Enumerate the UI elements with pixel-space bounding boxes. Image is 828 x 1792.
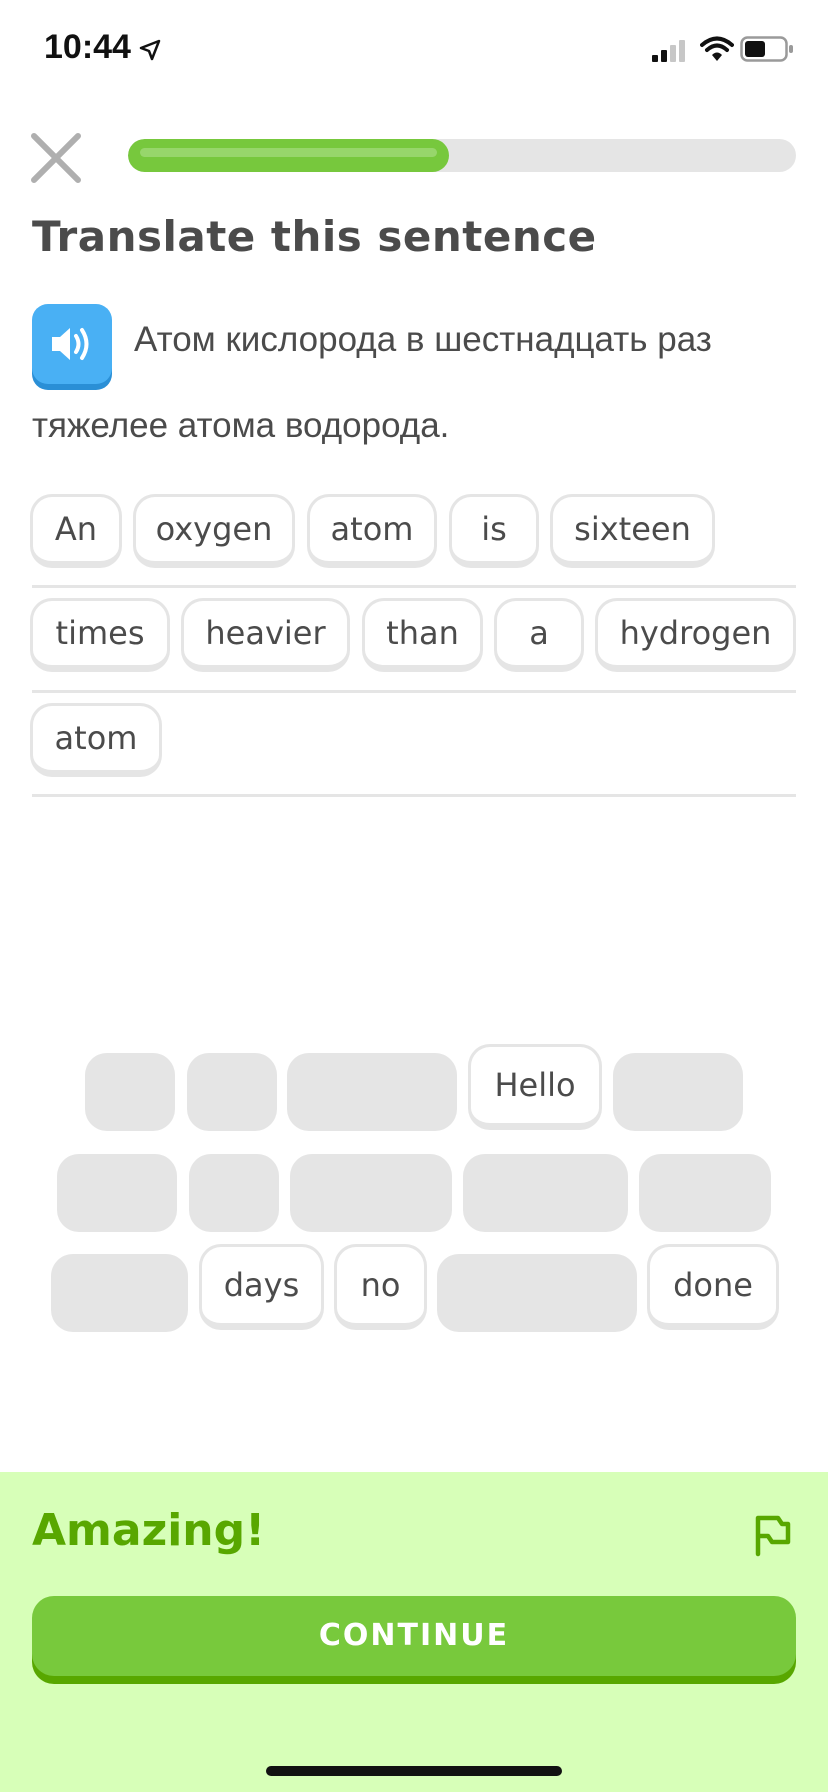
answer-chip-an[interactable]: An xyxy=(30,494,122,568)
word-bank-slot xyxy=(463,1154,628,1232)
answer-chip-is[interactable]: is xyxy=(449,494,539,568)
lesson-progress-bar xyxy=(128,139,796,172)
prompt-title: Translate this sentence xyxy=(32,212,597,261)
battery-icon xyxy=(740,36,793,62)
word-bank-slot xyxy=(287,1053,457,1131)
continue-button[interactable]: CONTINUE xyxy=(32,1596,796,1676)
answer-line xyxy=(32,585,796,588)
cellular-signal-icon xyxy=(652,40,685,62)
answer-line xyxy=(32,794,796,797)
word-bank-chip-hello[interactable]: Hello xyxy=(468,1044,602,1130)
status-time: 10:44 xyxy=(44,28,131,66)
word-bank-chip-no[interactable]: no xyxy=(334,1244,427,1330)
word-bank-slot xyxy=(189,1154,279,1232)
answer-chip-atom[interactable]: atom xyxy=(307,494,437,568)
word-bank-slot xyxy=(85,1053,175,1131)
home-indicator xyxy=(266,1766,562,1776)
answer-chip-heavier[interactable]: heavier xyxy=(181,598,350,672)
source-sentence-line-1: Атом кислорода в шестнадцать раз xyxy=(134,320,712,359)
progress-fill xyxy=(128,139,449,172)
word-bank-slot xyxy=(51,1254,188,1332)
location-arrow-icon xyxy=(139,39,161,61)
answer-line xyxy=(32,690,796,693)
answer-chip-oxygen[interactable]: oxygen xyxy=(133,494,295,568)
status-bar: 10:44 xyxy=(0,0,828,100)
feedback-title: Amazing! xyxy=(32,1505,266,1556)
source-sentence-line-2: тяжелее атома водорода. xyxy=(32,406,450,445)
wifi-icon xyxy=(700,36,734,61)
answer-chip-sixteen[interactable]: sixteen xyxy=(550,494,715,568)
report-flag-icon[interactable] xyxy=(748,1510,796,1558)
word-bank-slot xyxy=(187,1053,277,1131)
play-audio-button[interactable] xyxy=(32,304,112,384)
answer-chip-hydrogen[interactable]: hydrogen xyxy=(595,598,796,672)
word-bank-slot xyxy=(437,1254,637,1332)
answer-chip-atom[interactable]: atom xyxy=(30,703,162,777)
word-bank-slot xyxy=(639,1154,771,1232)
close-icon[interactable] xyxy=(28,130,84,186)
answer-chip-than[interactable]: than xyxy=(362,598,483,672)
word-bank-slot xyxy=(57,1154,177,1232)
answer-chip-times[interactable]: times xyxy=(30,598,170,672)
word-bank-chip-done[interactable]: done xyxy=(647,1244,779,1330)
progress-shine xyxy=(140,148,437,157)
speaker-icon xyxy=(52,328,89,360)
word-bank-slot xyxy=(613,1053,743,1131)
word-bank-chip-days[interactable]: days xyxy=(199,1244,324,1330)
answer-chip-a[interactable]: a xyxy=(494,598,584,672)
word-bank-slot xyxy=(290,1154,452,1232)
